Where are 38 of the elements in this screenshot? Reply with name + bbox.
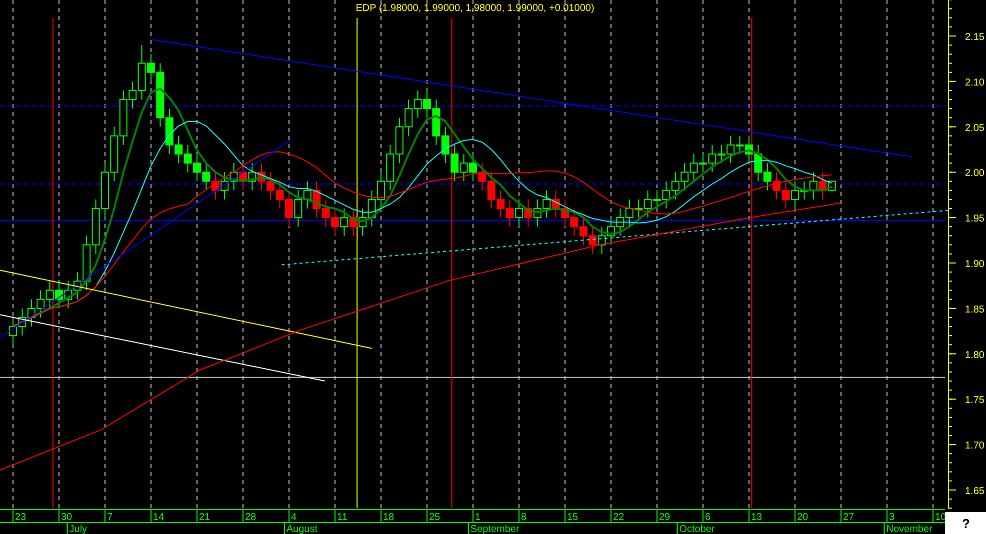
axis-label: 6 — [705, 512, 711, 523]
axis-label: 25 — [429, 512, 440, 523]
axis-label: 13 — [751, 512, 762, 523]
axis-label: 20 — [797, 512, 808, 523]
axis-label: 27 — [843, 512, 854, 523]
axis-label: 2.05 — [965, 122, 984, 134]
axis-label: September — [470, 524, 520, 534]
axis-label: 28 — [245, 512, 256, 523]
axis-label: 29 — [659, 512, 670, 523]
axis-label: 15 — [567, 512, 578, 523]
axis-label: 23 — [15, 512, 26, 523]
axis-label: November — [886, 524, 932, 534]
help-button[interactable]: ? — [945, 512, 986, 534]
axis-label: 2.15 — [965, 32, 984, 43]
axis-label: 8 — [521, 512, 527, 523]
axis-label: 1.70 — [965, 440, 984, 452]
axis-label: 1.90 — [965, 259, 984, 270]
axis-label: 3 — [889, 512, 895, 523]
axis-label: 4 — [291, 512, 297, 523]
axis-label: 7 — [107, 512, 113, 523]
axis-label: 1.75 — [965, 395, 984, 406]
axis-label: 22 — [613, 512, 624, 523]
axis-label: 11 — [337, 512, 348, 523]
chart-title: EDP (1.98000, 1.99000, 1.98000, 1.99000, +0.01000) — [356, 3, 594, 14]
axis-label: August — [286, 524, 318, 534]
axis-label: 1.65 — [965, 486, 984, 497]
axis-label: 1.85 — [965, 304, 984, 316]
axis-label: 1.80 — [965, 350, 984, 361]
axis-label: 2.00 — [965, 168, 984, 180]
axis-label: 18 — [383, 512, 394, 523]
axis-label: October — [679, 524, 715, 534]
axis-label: 1 — [475, 512, 481, 523]
axis-label: 2.10 — [965, 77, 984, 88]
axis-label: 21 — [199, 512, 210, 523]
axis-label: 14 — [153, 512, 164, 523]
axis-label: 30 — [61, 512, 72, 523]
axis-label: July — [69, 524, 88, 534]
axis-label: 1.95 — [965, 214, 984, 225]
